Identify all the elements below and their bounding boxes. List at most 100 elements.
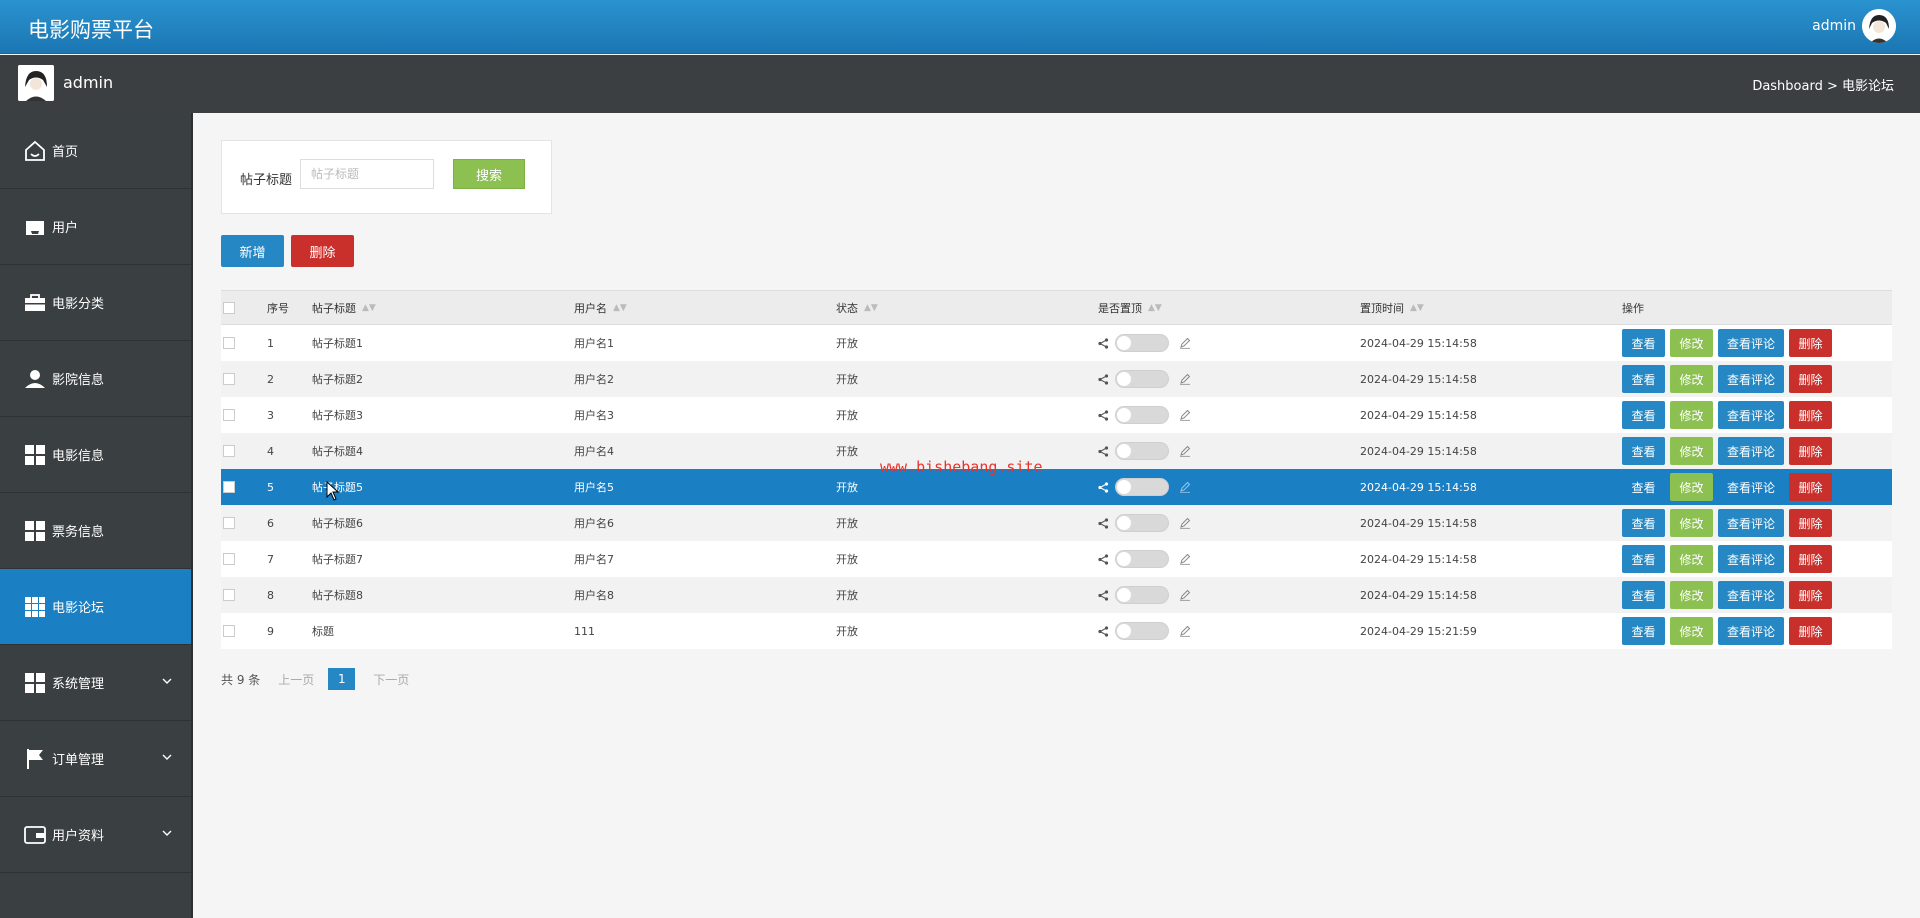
pin-toggle[interactable] bbox=[1115, 478, 1169, 496]
row-checkbox[interactable] bbox=[223, 337, 235, 349]
delete-button[interactable]: 删除 bbox=[1789, 581, 1832, 609]
view-comments-button[interactable]: 查看评论 bbox=[1718, 617, 1784, 645]
edit-pencil-icon[interactable] bbox=[1179, 445, 1191, 457]
table-row[interactable]: 1 帖子标题1 用户名1 开放 2024-04-29 15:14:58 查看 修改 查看评论删… bbox=[221, 325, 1892, 361]
sidebar-item-movie-category[interactable]: 电影分类 bbox=[0, 265, 191, 341]
edit-button[interactable]: 修改 bbox=[1670, 365, 1713, 393]
edit-pencil-icon[interactable] bbox=[1179, 625, 1191, 637]
share-icon[interactable] bbox=[1098, 481, 1109, 493]
delete-button[interactable]: 删除 bbox=[1789, 473, 1832, 501]
sidebar-item-tickets[interactable]: 票务信息 bbox=[0, 493, 191, 569]
table-row[interactable]: 2 帖子标题2 用户名2 开放 2024-04-29 15:14:58 查看 修改 查看评论删… bbox=[221, 361, 1892, 397]
delete-button[interactable]: 删除 bbox=[1789, 437, 1832, 465]
prev-page-button[interactable]: 上一页 bbox=[278, 671, 314, 688]
delete-button[interactable]: 删除 bbox=[1789, 509, 1832, 537]
table-row[interactable]: 7 帖子标题7 用户名7 开放 2024-04-29 15:14:58 查看 修改 查看评论删… bbox=[221, 541, 1892, 577]
row-checkbox[interactable] bbox=[223, 445, 235, 457]
pin-toggle[interactable] bbox=[1115, 442, 1169, 460]
edit-button[interactable]: 修改 bbox=[1670, 329, 1713, 357]
sidebar-item-profile[interactable]: 用户资料 bbox=[0, 797, 191, 873]
title-search-input[interactable] bbox=[300, 159, 434, 189]
delete-button[interactable]: 删除 bbox=[1789, 329, 1832, 357]
edit-button[interactable]: 修改 bbox=[1670, 581, 1713, 609]
user-avatar[interactable] bbox=[1862, 9, 1896, 43]
header-pinned[interactable]: 是否置顶 ▲▼ bbox=[1098, 291, 1162, 324]
header-status[interactable]: 状态 ▲▼ bbox=[836, 291, 878, 324]
table-row[interactable]: 5 帖子标题5 用户名5 开放 2024-04-29 15:14:58 查看 修改 查看评论删… bbox=[221, 469, 1892, 505]
view-comments-button[interactable]: 查看评论 bbox=[1718, 401, 1784, 429]
current-page[interactable]: 1 bbox=[328, 668, 356, 690]
sidebar-item-movies[interactable]: 电影信息 bbox=[0, 417, 191, 493]
view-button[interactable]: 查看 bbox=[1622, 581, 1665, 609]
edit-pencil-icon[interactable] bbox=[1179, 409, 1191, 421]
add-button[interactable]: 新增 bbox=[221, 235, 284, 267]
edit-pencil-icon[interactable] bbox=[1179, 337, 1191, 349]
share-icon[interactable] bbox=[1098, 445, 1109, 457]
row-checkbox[interactable] bbox=[223, 517, 235, 529]
share-icon[interactable] bbox=[1098, 337, 1109, 349]
view-button[interactable]: 查看 bbox=[1622, 329, 1665, 357]
edit-button[interactable]: 修改 bbox=[1670, 509, 1713, 537]
view-button[interactable]: 查看 bbox=[1622, 437, 1665, 465]
table-row[interactable]: 3 帖子标题3 用户名3 开放 2024-04-29 15:14:58 查看 修改 查看评论删… bbox=[221, 397, 1892, 433]
view-comments-button[interactable]: 查看评论 bbox=[1718, 437, 1784, 465]
view-button[interactable]: 查看 bbox=[1622, 401, 1665, 429]
share-icon[interactable] bbox=[1098, 589, 1109, 601]
edit-pencil-icon[interactable] bbox=[1179, 373, 1191, 385]
share-icon[interactable] bbox=[1098, 409, 1109, 421]
share-icon[interactable] bbox=[1098, 553, 1109, 565]
sidebar-item-users[interactable]: 用户 bbox=[0, 189, 191, 265]
pin-toggle[interactable] bbox=[1115, 514, 1169, 532]
share-icon[interactable] bbox=[1098, 517, 1109, 529]
view-button[interactable]: 查看 bbox=[1622, 545, 1665, 573]
delete-button[interactable]: 删除 bbox=[1789, 545, 1832, 573]
sidebar-item-forum[interactable]: 电影论坛 bbox=[0, 569, 191, 645]
view-comments-button[interactable]: 查看评论 bbox=[1718, 329, 1784, 357]
view-comments-button[interactable]: 查看评论 bbox=[1718, 509, 1784, 537]
top-user-name[interactable]: admin bbox=[1812, 18, 1856, 34]
pin-toggle[interactable] bbox=[1115, 334, 1169, 352]
delete-button[interactable]: 删除 bbox=[1789, 617, 1832, 645]
table-row[interactable]: 8 帖子标题8 用户名8 开放 2024-04-29 15:14:58 查看 修改 查看评论删… bbox=[221, 577, 1892, 613]
edit-button[interactable]: 修改 bbox=[1670, 437, 1713, 465]
table-row[interactable]: 9 标题 111 开放 2024-04-29 15:21:59 查看 修改 查看评论 删除 bbox=[221, 613, 1892, 649]
header-title[interactable]: 帖子标题 ▲▼ bbox=[312, 291, 376, 324]
edit-button[interactable]: 修改 bbox=[1670, 473, 1713, 501]
row-checkbox[interactable] bbox=[223, 589, 235, 601]
edit-pencil-icon[interactable] bbox=[1179, 517, 1191, 529]
view-button[interactable]: 查看 bbox=[1622, 509, 1665, 537]
pin-toggle[interactable] bbox=[1115, 550, 1169, 568]
row-checkbox[interactable] bbox=[223, 373, 235, 385]
pin-toggle[interactable] bbox=[1115, 622, 1169, 640]
edit-pencil-icon[interactable] bbox=[1179, 481, 1191, 493]
edit-pencil-icon[interactable] bbox=[1179, 589, 1191, 601]
batch-delete-button[interactable]: 删除 bbox=[291, 235, 354, 267]
search-button[interactable]: 搜索 bbox=[453, 159, 525, 189]
view-button[interactable]: 查看 bbox=[1622, 365, 1665, 393]
sidebar-item-home[interactable]: 首页 bbox=[0, 113, 191, 189]
row-checkbox[interactable] bbox=[223, 481, 235, 493]
sidebar-item-system[interactable]: 系统管理 bbox=[0, 645, 191, 721]
edit-button[interactable]: 修改 bbox=[1670, 617, 1713, 645]
sidebar-item-orders[interactable]: 订单管理 bbox=[0, 721, 191, 797]
table-row[interactable]: 4 帖子标题4 用户名4 开放 2024-04-29 15:14:58 查看 修改 查看评论删… bbox=[221, 433, 1892, 469]
row-checkbox[interactable] bbox=[223, 553, 235, 565]
view-comments-button[interactable]: 查看评论 bbox=[1718, 581, 1784, 609]
header-user[interactable]: 用户名 ▲▼ bbox=[574, 291, 627, 324]
view-comments-button[interactable]: 查看评论 bbox=[1718, 545, 1784, 573]
row-checkbox[interactable] bbox=[223, 409, 235, 421]
header-pin-time[interactable]: 置顶时间 ▲▼ bbox=[1360, 291, 1424, 324]
share-icon[interactable] bbox=[1098, 625, 1109, 637]
pin-toggle[interactable] bbox=[1115, 370, 1169, 388]
view-comments-button[interactable]: 查看评论 bbox=[1718, 473, 1784, 501]
view-button[interactable]: 查看 bbox=[1622, 473, 1665, 501]
share-icon[interactable] bbox=[1098, 373, 1109, 385]
delete-button[interactable]: 删除 bbox=[1789, 365, 1832, 393]
table-row[interactable]: 6 帖子标题6 用户名6 开放 2024-04-29 15:14:58 查看 修改 查看评论删… bbox=[221, 505, 1892, 541]
pin-toggle[interactable] bbox=[1115, 586, 1169, 604]
row-checkbox[interactable] bbox=[223, 625, 235, 637]
view-comments-button[interactable]: 查看评论 bbox=[1718, 365, 1784, 393]
pin-toggle[interactable] bbox=[1115, 406, 1169, 424]
edit-pencil-icon[interactable] bbox=[1179, 553, 1191, 565]
edit-button[interactable]: 修改 bbox=[1670, 545, 1713, 573]
